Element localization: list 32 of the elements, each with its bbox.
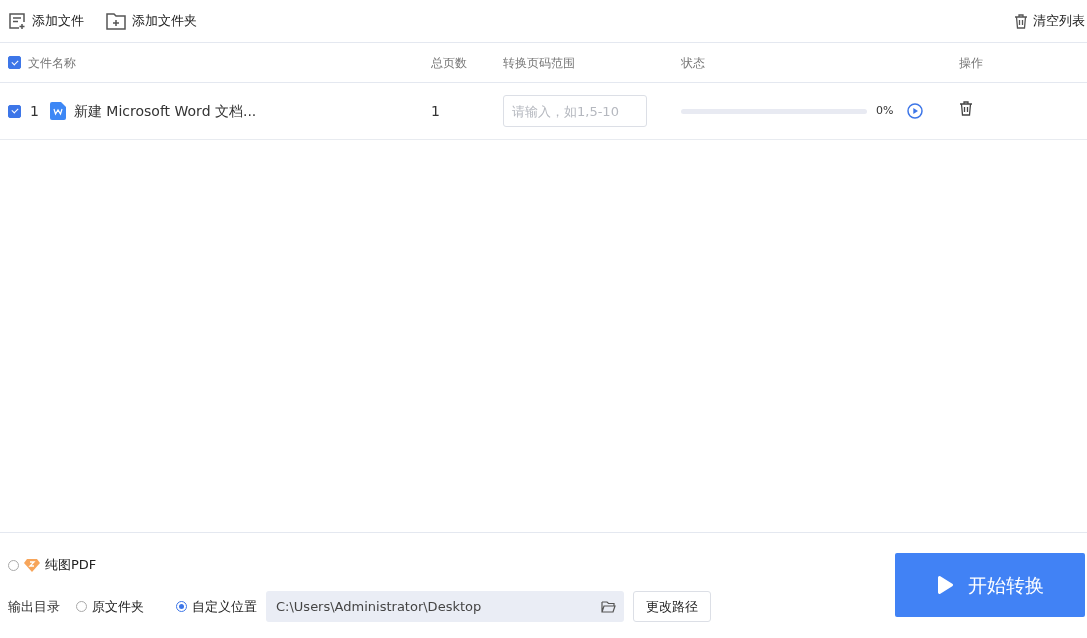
column-header: 状态 (681, 55, 705, 70)
checkbox[interactable] (8, 104, 21, 118)
option-label: 自定义位置 (192, 597, 257, 616)
column-header: 总页数 (431, 55, 467, 70)
change-path-button[interactable]: 更改路径 (633, 591, 711, 622)
column-header: 操作 (959, 55, 983, 70)
output-label: 输出目录 (8, 597, 60, 616)
toolbar-button[interactable]: 添加文件夹 (106, 11, 197, 31)
word-document-icon (49, 102, 66, 120)
play-button[interactable] (907, 103, 924, 119)
page-range-field[interactable]: 请输入，如1,5-10 (503, 95, 647, 127)
column-header: 文件名称 (27, 54, 76, 72)
add-folder-icon (106, 12, 126, 30)
row-number: 1 (30, 101, 39, 121)
clear-list-button[interactable]: 清空列表 (1014, 11, 1085, 31)
path-field[interactable]: C:\Users\Administrator\Desktop (266, 591, 624, 622)
file-name: 新建 Microsoft Word 文档... (73, 101, 257, 121)
option-label: 纯图PDF (45, 556, 97, 575)
delete-button[interactable] (959, 100, 973, 116)
toolbar-button[interactable]: 添加文件 (8, 11, 84, 31)
column-header: 转换页码范围 (503, 55, 575, 70)
trash-icon (1014, 13, 1028, 29)
progress-percent: 0% (876, 102, 894, 119)
start-convert-button[interactable]: 开始转换 (895, 553, 1085, 617)
play-icon (936, 575, 954, 595)
path-text: C:\Users\Administrator\Desktop (276, 597, 483, 616)
checkbox[interactable] (8, 56, 21, 69)
page-count: 1 (431, 101, 441, 121)
option-label: 原文件夹 (92, 597, 144, 616)
diamond-icon (24, 558, 40, 572)
add-file-icon (8, 12, 26, 30)
folder-icon (601, 600, 616, 613)
